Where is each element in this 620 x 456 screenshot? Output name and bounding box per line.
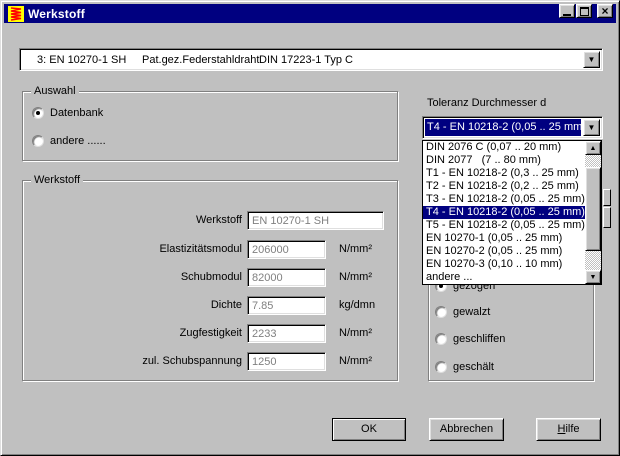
maximize-button[interactable] (576, 4, 592, 18)
werkstoff-dialog: Werkstoff × 3: EN 10270-1 SH Pat.gez.Fed… (0, 0, 620, 456)
elastizitaetsmodul-label: Elastizitätsmodul (23, 240, 242, 259)
titlebar[interactable]: Werkstoff (4, 4, 616, 23)
zugfestigkeit-field[interactable]: 2233 (247, 324, 326, 343)
zugfestigkeit-label: Zugfestigkeit (23, 324, 242, 343)
tolerance-option[interactable]: andere ... (423, 271, 585, 284)
ok-button[interactable]: OK (332, 418, 406, 441)
field-row-werkstoff: Werkstoff EN 10270-1 SH (23, 211, 397, 230)
minimize-button[interactable] (559, 4, 575, 18)
radio-geschaelt-circle[interactable] (435, 361, 447, 373)
material-combobox-norm: DIN 17223-1 Typ C (259, 53, 353, 67)
elastizitaetsmodul-field[interactable]: 206000 (247, 240, 326, 259)
material-combobox[interactable]: 3: EN 10270-1 SH Pat.gez.Federstahldraht… (19, 48, 603, 71)
tolerance-option[interactable]: DIN 2076 C (0,07 .. 20 mm) (423, 141, 585, 154)
hidden-control-fragment-bottom (603, 207, 611, 228)
cancel-button-label: Abbrechen (440, 423, 493, 435)
window-title: Werkstoff (28, 7, 85, 21)
radio-gewalzt[interactable]: gewalzt (435, 305, 490, 319)
chevron-up-icon: ▲ (590, 145, 597, 152)
radio-geschliffen[interactable]: geschliffen (435, 332, 505, 346)
scrollbar-up-button[interactable]: ▲ (585, 141, 601, 155)
cancel-button[interactable]: Abbrechen (429, 418, 504, 441)
help-button-label: ilfe (565, 423, 579, 435)
tolerance-option[interactable]: T5 - EN 10218-2 (0,05 .. 25 mm) (423, 219, 585, 232)
zul-schubspannung-unit: N/mm² (339, 352, 372, 371)
help-button[interactable]: Hilfe (536, 418, 601, 441)
elastizitaetsmodul-unit: N/mm² (339, 240, 372, 259)
field-row-zul-schubspannung: zul. Schubspannung 1250 N/mm² (23, 352, 397, 371)
tolerance-combobox-dropdown-button[interactable]: ▼ (583, 119, 600, 136)
tolerance-option[interactable]: EN 10270-1 (0,05 .. 25 mm) (423, 232, 585, 245)
tolerance-dropdown-list: DIN 2076 C (0,07 .. 20 mm) DIN 2077 (7 .… (422, 140, 602, 285)
field-row-zugfestigkeit: Zugfestigkeit 2233 N/mm² (23, 324, 397, 343)
minimize-icon (563, 14, 571, 16)
radio-geschliffen-circle[interactable] (435, 333, 447, 345)
spring-app-icon (8, 6, 24, 22)
dichte-label: Dichte (23, 296, 242, 315)
material-combobox-dropdown-button[interactable]: ▼ (583, 51, 600, 68)
field-row-elastizitaetsmodul: Elastizitätsmodul 206000 N/mm² (23, 240, 397, 259)
dropdown-scrollbar[interactable]: ▲ ▼ (585, 141, 601, 284)
schubmodul-label: Schubmodul (23, 268, 242, 287)
werkstoff-group: Werkstoff Werkstoff EN 10270-1 SH Elasti… (22, 180, 398, 381)
chevron-down-icon: ▼ (590, 274, 597, 281)
hidden-control-fragment-top (603, 189, 611, 206)
radio-geschaelt[interactable]: geschält (435, 360, 494, 374)
radio-andere-label: andere ...... (50, 135, 106, 148)
tolerance-option[interactable]: T2 - EN 10218-2 (0,2 .. 25 mm) (423, 180, 585, 193)
dichte-unit: kg/dmn (339, 296, 375, 315)
material-combobox-description: Pat.gez.Federstahldraht (142, 53, 259, 67)
zul-schubspannung-label: zul. Schubspannung (23, 352, 242, 371)
scrollbar-down-button[interactable]: ▼ (585, 270, 601, 284)
radio-datenbank-circle[interactable] (32, 107, 44, 119)
dichte-field[interactable]: 7.85 (247, 296, 326, 315)
tolerance-option[interactable]: EN 10270-3 (0,10 .. 10 mm) (423, 258, 585, 271)
auswahl-group: Auswahl Datenbank andere ...... (22, 91, 398, 161)
radio-geschaelt-label: geschält (453, 361, 494, 374)
maximize-icon (580, 7, 589, 16)
field-row-dichte: Dichte 7.85 kg/dmn (23, 296, 397, 315)
tolerance-combobox-value: T4 - EN 10218-2 (0,05 .. 25 mm) (425, 119, 581, 136)
close-icon: × (601, 6, 608, 16)
werkstoff-field[interactable]: EN 10270-1 SH (247, 211, 384, 230)
tolerance-option[interactable]: T1 - EN 10218-2 (0,3 .. 25 mm) (423, 167, 585, 180)
scrollbar-thumb[interactable] (585, 167, 601, 251)
radio-gewalzt-circle[interactable] (435, 306, 447, 318)
material-combobox-number-name: 3: EN 10270-1 SH (37, 53, 126, 67)
ok-button-label: OK (361, 423, 377, 435)
tolerance-option[interactable]: T3 - EN 10218-2 (0,05 .. 25 mm) (423, 193, 585, 206)
werkstoff-field-label: Werkstoff (23, 211, 242, 230)
tolerance-option[interactable]: DIN 2077 (7 .. 80 mm) (423, 154, 585, 167)
radio-geschliffen-label: geschliffen (453, 333, 505, 346)
radio-andere-circle[interactable] (32, 135, 44, 147)
schubmodul-field[interactable]: 82000 (247, 268, 326, 287)
radio-gewalzt-label: gewalzt (453, 306, 490, 319)
field-row-schubmodul: Schubmodul 82000 N/mm² (23, 268, 397, 287)
close-button[interactable]: × (597, 4, 613, 18)
werkstoff-group-title: Werkstoff (31, 174, 83, 187)
auswahl-group-title: Auswahl (31, 85, 79, 98)
chevron-down-icon: ▼ (588, 56, 596, 64)
tolerance-option[interactable]: EN 10270-2 (0,05 .. 25 mm) (423, 245, 585, 258)
tolerance-label: Toleranz Durchmesser d (427, 97, 546, 110)
zugfestigkeit-unit: N/mm² (339, 324, 372, 343)
zul-schubspannung-field[interactable]: 1250 (247, 352, 326, 371)
chevron-down-icon: ▼ (588, 124, 596, 132)
radio-andere[interactable]: andere ...... (32, 134, 106, 148)
radio-datenbank[interactable]: Datenbank (32, 106, 103, 120)
radio-datenbank-label: Datenbank (50, 107, 103, 120)
schubmodul-unit: N/mm² (339, 268, 372, 287)
tolerance-combobox[interactable]: T4 - EN 10218-2 (0,05 .. 25 mm) ▼ (422, 116, 603, 139)
tolerance-option-selected[interactable]: T4 - EN 10218-2 (0,05 .. 25 mm) (423, 206, 585, 219)
